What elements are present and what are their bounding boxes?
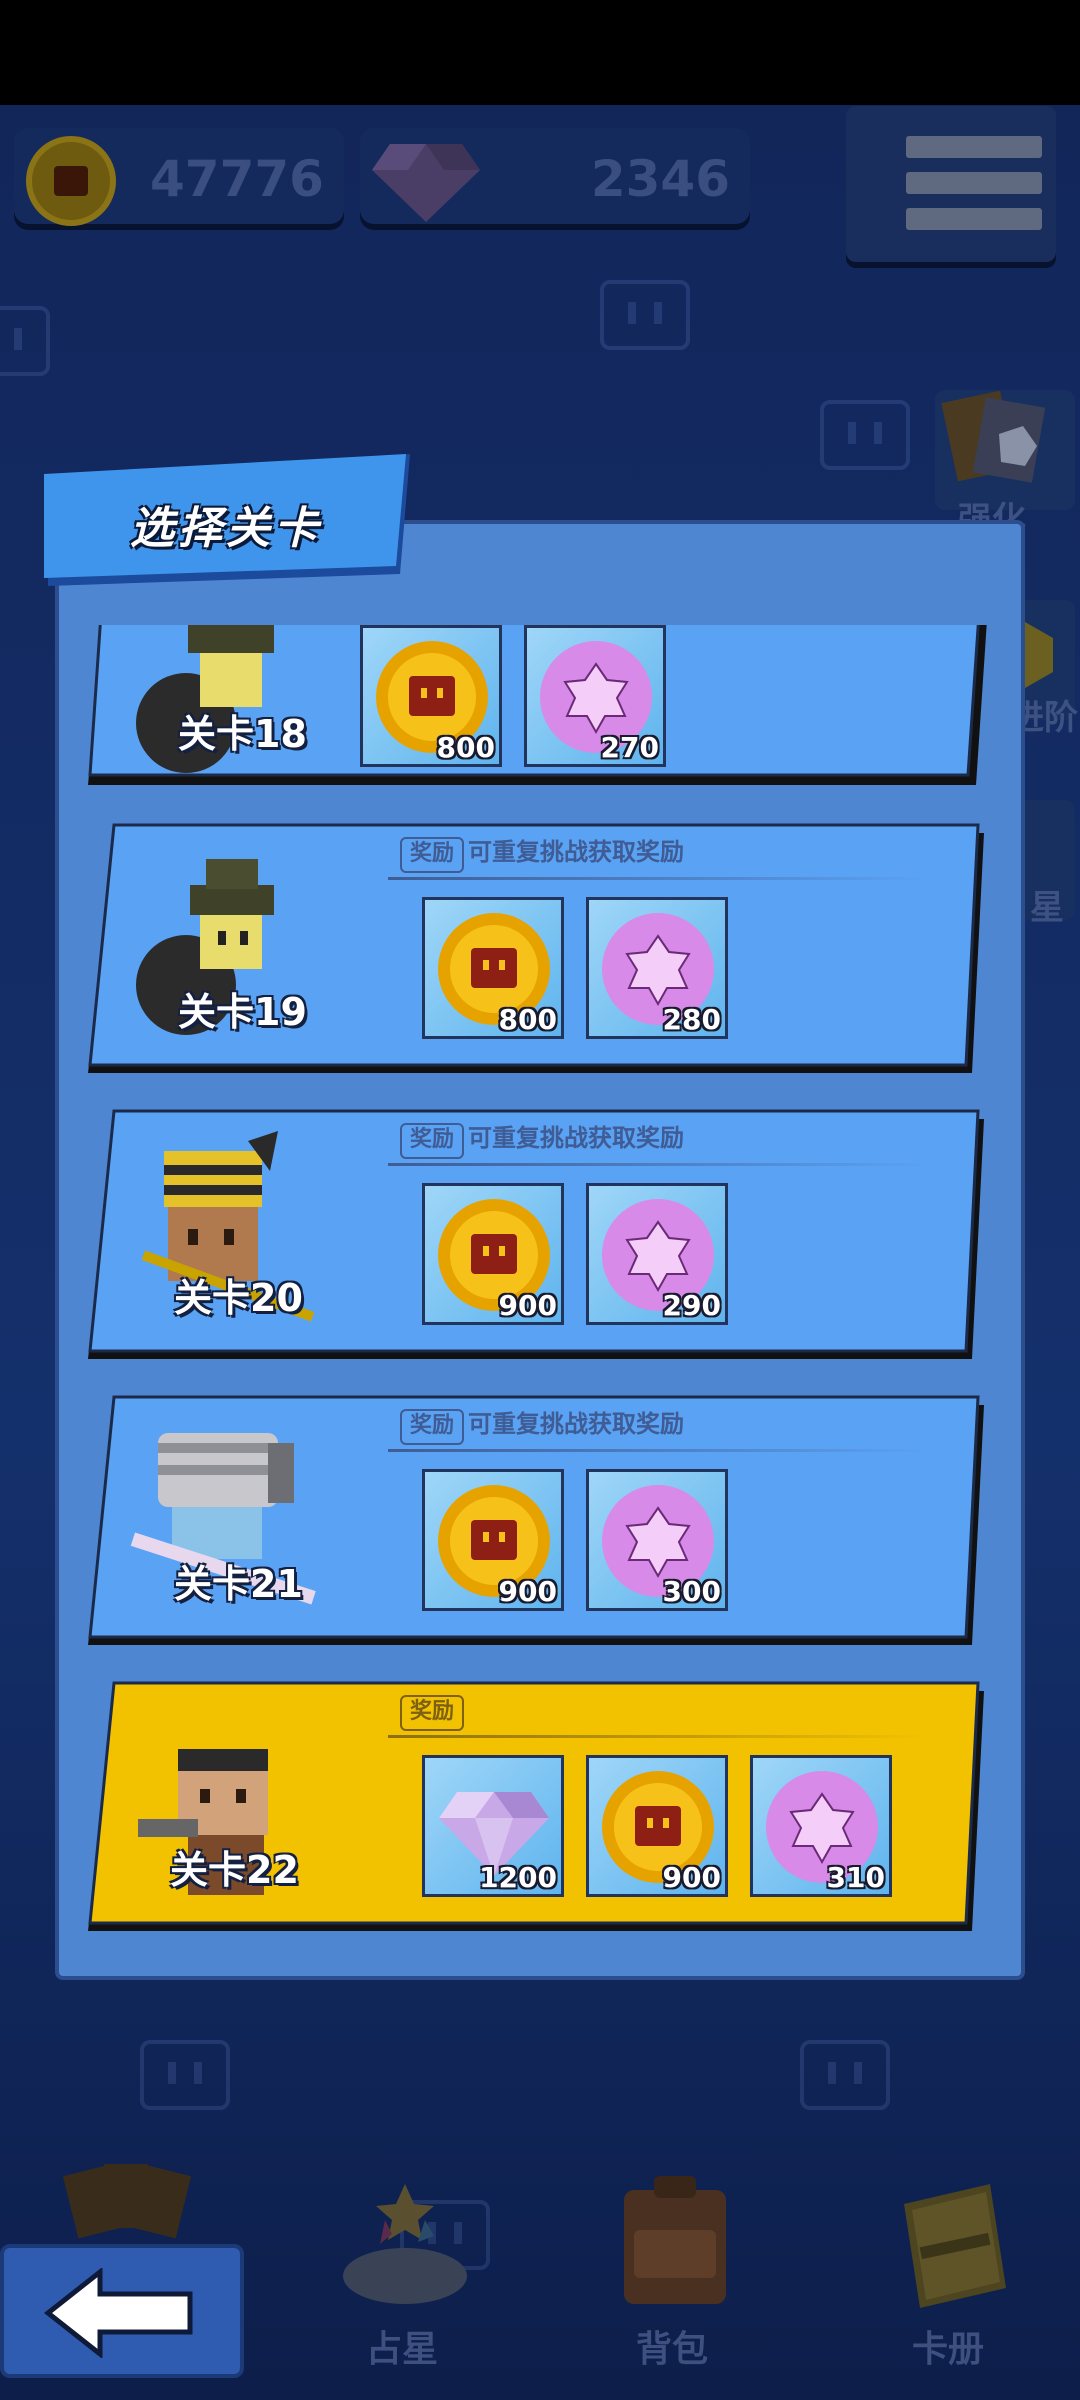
- reward-amount: 900: [498, 1289, 557, 1322]
- reward-description: 可重复挑战获取奖励: [468, 1124, 684, 1152]
- reward-slot-coin: 900: [422, 1183, 564, 1325]
- level-name: 关卡20: [174, 1276, 303, 1320]
- background-pattern-icon: [820, 400, 910, 470]
- level-card-22[interactable]: 关卡22 奖励 1200 900 310: [88, 1679, 988, 1939]
- card-stack-icon: [941, 390, 1046, 483]
- reward-amount: 900: [662, 1861, 721, 1894]
- background-pattern-icon: [600, 280, 690, 350]
- card-album-icon: [904, 2184, 1006, 2308]
- background-pattern-icon: [800, 2040, 890, 2110]
- reward-tag: 奖励: [400, 1123, 465, 1159]
- reward-amount: 280: [662, 1003, 721, 1036]
- reward-amount: 270: [600, 731, 659, 764]
- reward-description: 可重复挑战获取奖励: [468, 1410, 684, 1438]
- reward-slot-coin: 800: [422, 897, 564, 1039]
- reward-slot-orb: 280: [586, 897, 728, 1039]
- divider: [388, 877, 928, 880]
- panel-title: 选择关卡: [130, 503, 322, 554]
- level-name: 关卡21: [174, 1562, 303, 1606]
- back-arrow-icon: [44, 2268, 193, 2358]
- reward-slot-coin: 900: [586, 1755, 728, 1897]
- coin-amount: 47776: [150, 150, 324, 208]
- reward-amount: 900: [498, 1575, 557, 1608]
- backpack-nav-item[interactable]: [610, 2170, 740, 2310]
- level-card-18[interactable]: 关卡18 800 270: [88, 625, 988, 795]
- backpack-icon: [624, 2176, 726, 2304]
- reward-slot-coin: 800: [360, 625, 502, 767]
- level-name: 关卡22: [170, 1848, 299, 1892]
- reward-slot-coin: 900: [422, 1469, 564, 1611]
- diamond-icon: [372, 144, 480, 222]
- coin-icon: [26, 136, 116, 226]
- reward-slot-orb: 270: [524, 625, 666, 767]
- background-pattern-icon: [0, 306, 50, 376]
- level-card-20[interactable]: 关卡20 奖励 可重复挑战获取奖励 900 290: [88, 1107, 988, 1367]
- reward-description: 可重复挑战获取奖励: [468, 838, 684, 866]
- reward-tag: 奖励: [400, 1409, 465, 1445]
- level-card-21[interactable]: 关卡21 奖励 可重复挑战获取奖励 900 300: [88, 1393, 988, 1653]
- level-name: 关卡19: [178, 990, 307, 1034]
- hamburger-line: [906, 208, 1042, 230]
- back-button[interactable]: [0, 2244, 244, 2378]
- divider: [388, 1735, 928, 1738]
- astrology-icon: [343, 2184, 467, 2304]
- divider: [388, 1163, 928, 1166]
- astrology-nav-item[interactable]: [330, 2180, 480, 2310]
- reward-amount: 300: [662, 1575, 721, 1608]
- reward-amount: 1200: [479, 1861, 557, 1894]
- background-pattern-icon: [140, 2040, 230, 2110]
- card-album-nav-item[interactable]: [890, 2170, 1020, 2310]
- reward-slot-orb: 290: [586, 1183, 728, 1325]
- hamburger-menu-icon: [906, 136, 1042, 158]
- level-list[interactable]: 关卡18 800 270 关卡19 奖励 可重复挑战获取奖励 800 280 关…: [62, 625, 1018, 1973]
- reward-slot-orb: 300: [586, 1469, 728, 1611]
- nav-label-backpack: 背包: [636, 2329, 709, 2370]
- nav-label-astrology: 占星: [366, 2329, 439, 2370]
- reward-tag: 奖励: [400, 837, 465, 873]
- hamburger-line: [906, 172, 1042, 194]
- reward-slot-orb: 310: [750, 1755, 892, 1897]
- reward-amount: 800: [498, 1003, 557, 1036]
- reward-tag: 奖励: [400, 1695, 465, 1731]
- reward-amount: 310: [826, 1861, 885, 1894]
- side-label-star: 星: [1030, 888, 1064, 928]
- level-avatar-fighter: [138, 1749, 268, 1895]
- reward-amount: 290: [662, 1289, 721, 1322]
- menu-button[interactable]: [846, 106, 1056, 262]
- reward-amount: 800: [436, 731, 495, 764]
- nav-label-card-album: 卡册: [912, 2329, 985, 2370]
- level-name: 关卡18: [178, 712, 307, 756]
- divider: [388, 1449, 928, 1452]
- card-fan-icon: [62, 2164, 192, 2239]
- reward-slot-diamond: 1200: [422, 1755, 564, 1897]
- level-card-19[interactable]: 关卡19 奖励 可重复挑战获取奖励 800 280: [88, 821, 988, 1081]
- gem-amount: 2346: [590, 150, 730, 208]
